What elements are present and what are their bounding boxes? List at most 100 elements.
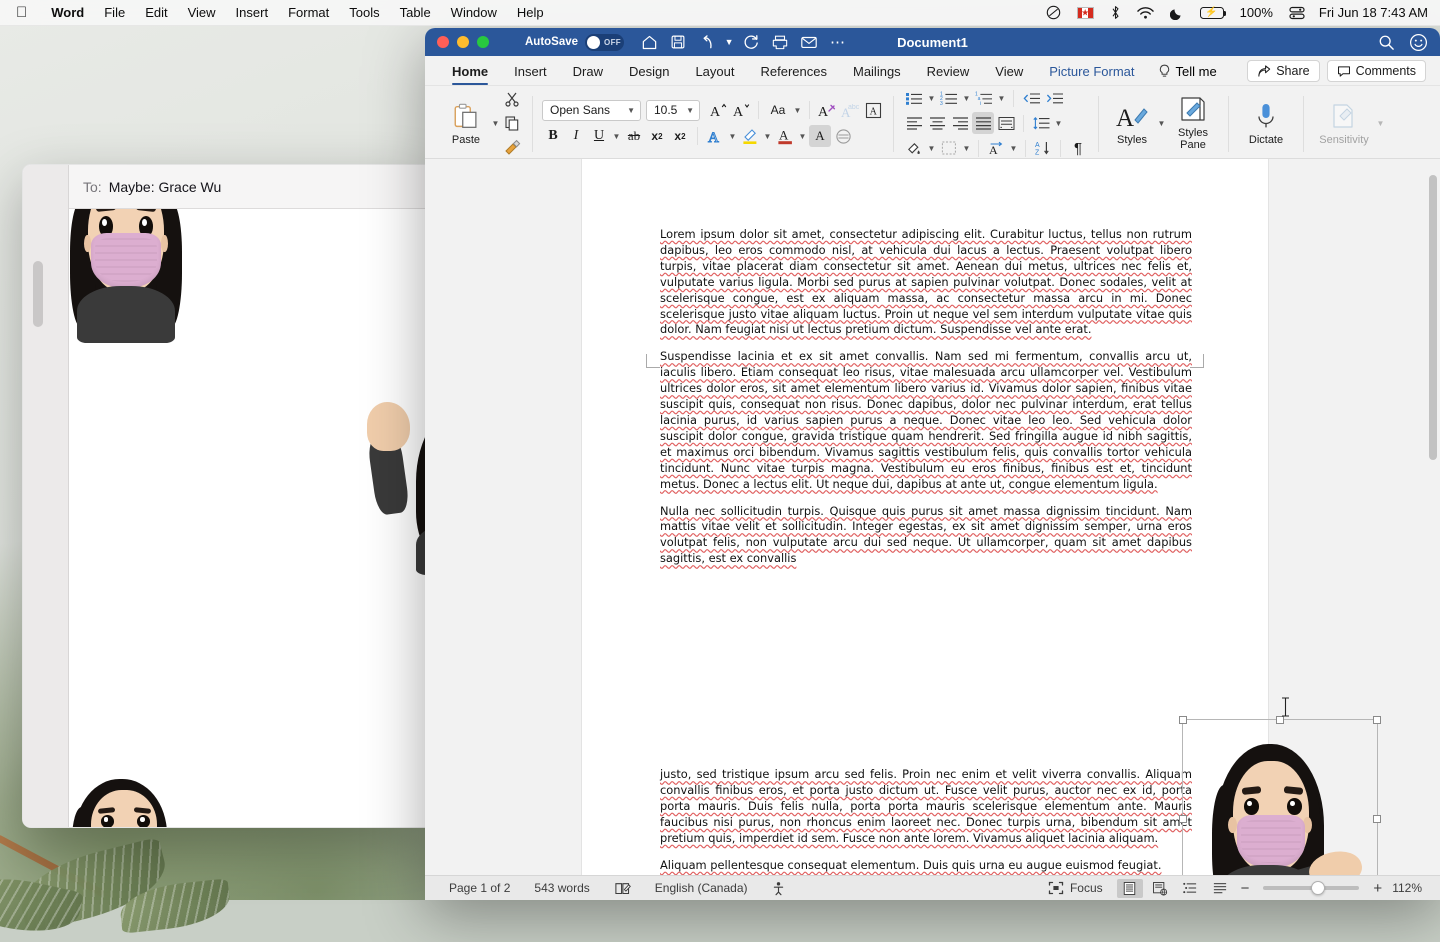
font-color-dropdown-icon[interactable]: ▼ — [797, 132, 808, 141]
maximize-button[interactable] — [477, 36, 489, 48]
memoji-mask-sticker-1[interactable] — [69, 209, 191, 343]
menu-item-help[interactable]: Help — [507, 5, 554, 20]
font-color-icon[interactable]: A — [774, 125, 796, 147]
numbering-dropdown-icon[interactable]: ▼ — [961, 94, 972, 103]
strikethrough-icon[interactable]: ab — [623, 125, 645, 147]
mail-icon[interactable] — [796, 31, 822, 53]
change-case-icon[interactable]: Aa — [765, 99, 791, 121]
change-case-dropdown-icon[interactable]: ▼ — [792, 106, 803, 115]
underline-icon[interactable]: U — [588, 125, 610, 147]
web-layout-view-button[interactable] — [1147, 879, 1173, 898]
messages-window[interactable]: To: Maybe: Grace Wu — [22, 164, 426, 828]
menu-bar-clock[interactable]: Fri Jun 18 7:43 AM — [1313, 5, 1428, 20]
document-page[interactable]: Lorem ipsum dolor sit amet, consectetur … — [582, 159, 1268, 875]
word-window[interactable]: AutoSave OFF ▼ — [425, 28, 1440, 900]
text-box-icon[interactable]: A — [862, 99, 884, 121]
text-effects-icon[interactable]: A — [704, 125, 726, 147]
justify-icon[interactable] — [972, 112, 994, 134]
tab-home[interactable]: Home — [439, 64, 501, 85]
resize-handle-middle-right[interactable] — [1373, 815, 1381, 823]
tab-design[interactable]: Design — [616, 64, 682, 85]
tab-view[interactable]: View — [982, 64, 1036, 85]
recipient-name[interactable]: Maybe: Grace Wu — [109, 179, 222, 195]
show-paragraph-marks-icon[interactable]: ¶ — [1067, 137, 1089, 159]
document-canvas[interactable]: Lorem ipsum dolor sit amet, consectetur … — [425, 159, 1440, 875]
align-right-icon[interactable] — [949, 112, 971, 134]
zoom-slider-knob[interactable] — [1311, 881, 1325, 895]
print-icon[interactable] — [767, 31, 793, 53]
document-scrollbar[interactable] — [1429, 167, 1437, 867]
outline-view-button[interactable] — [1177, 879, 1203, 898]
messages-recipient-header[interactable]: To: Maybe: Grace Wu — [69, 165, 426, 209]
zoom-level[interactable]: 112% — [1388, 881, 1428, 895]
multilevel-dropdown-icon[interactable]: ▼ — [996, 94, 1007, 103]
character-shading-icon[interactable]: A — [809, 125, 831, 147]
font-size-select[interactable]: 10.5 ▼ — [646, 100, 700, 121]
circle-slash-icon[interactable] — [1038, 5, 1069, 20]
memoji-palm-sticker[interactable] — [69, 774, 211, 828]
word-count[interactable]: 543 words — [522, 881, 601, 895]
menu-item-tools[interactable]: Tools — [339, 5, 389, 20]
bullets-icon[interactable] — [903, 87, 925, 109]
tab-insert[interactable]: Insert — [501, 64, 560, 85]
italic-icon[interactable]: I — [565, 125, 587, 147]
styles-button[interactable]: A Styles — [1108, 101, 1156, 146]
text-direction-dropdown-icon[interactable]: ▼ — [1008, 144, 1019, 153]
search-icon[interactable] — [1378, 34, 1395, 51]
minimize-button[interactable] — [457, 36, 469, 48]
borders-icon[interactable] — [938, 137, 960, 159]
tab-review[interactable]: Review — [914, 64, 983, 85]
accessibility-icon[interactable] — [759, 881, 798, 896]
tell-me-control[interactable]: Tell me — [1148, 64, 1227, 85]
text-effects-dropdown-icon[interactable]: ▼ — [727, 132, 738, 141]
paragraph-3[interactable]: Nulla nec sollicitudin turpis. Quisque q… — [660, 504, 1192, 847]
zoom-out-button[interactable]: − — [1235, 880, 1256, 897]
styles-pane-button[interactable]: Styles Pane — [1167, 95, 1219, 151]
grow-font-icon[interactable]: A — [707, 99, 729, 121]
messages-scrollbar-thumb[interactable] — [33, 261, 43, 327]
multilevel-list-icon[interactable]: 1ai — [973, 87, 995, 109]
underline-dropdown-icon[interactable]: ▼ — [611, 132, 622, 141]
focus-button[interactable]: Focus — [1036, 881, 1115, 895]
menu-item-file[interactable]: File — [94, 5, 135, 20]
clear-formatting-icon[interactable]: A — [816, 99, 838, 121]
apple-icon[interactable]:  — [0, 5, 41, 20]
bold-icon[interactable]: B — [542, 125, 564, 147]
tab-picture-format[interactable]: Picture Format — [1036, 64, 1147, 85]
paragraph-4[interactable]: Aliquam pellentesque consequat elementum… — [660, 858, 1192, 874]
subscript-icon[interactable]: x2 — [646, 125, 668, 147]
text-direction-icon[interactable]: A — [985, 137, 1007, 159]
increase-indent-icon[interactable] — [1043, 87, 1065, 109]
shading-icon[interactable] — [903, 137, 925, 159]
menu-item-table[interactable]: Table — [390, 5, 441, 20]
shrink-font-icon[interactable]: A — [730, 99, 752, 121]
memoji-wave-sticker[interactable] — [384, 395, 426, 575]
align-center-icon[interactable] — [926, 112, 948, 134]
more-icon[interactable]: ⋯ — [825, 31, 851, 53]
decrease-indent-icon[interactable] — [1020, 87, 1042, 109]
highlight-icon[interactable] — [739, 125, 761, 147]
menu-item-format[interactable]: Format — [278, 5, 339, 20]
draft-view-button[interactable] — [1207, 879, 1233, 898]
tab-references[interactable]: References — [748, 64, 840, 85]
align-left-icon[interactable] — [903, 112, 925, 134]
resize-handle-top-left[interactable] — [1179, 716, 1187, 724]
image-selection-box[interactable] — [1182, 719, 1378, 875]
print-layout-view-button[interactable] — [1117, 879, 1143, 898]
redo-icon[interactable] — [738, 31, 764, 53]
paragraph-1[interactable]: Lorem ipsum dolor sit amet, consectetur … — [660, 227, 1192, 338]
undo-dropdown-icon[interactable]: ▼ — [723, 31, 735, 53]
paragraph-2[interactable]: Suspendisse lacinia et ex sit amet conva… — [660, 349, 1192, 492]
resize-handle-top-right[interactable] — [1373, 716, 1381, 724]
control-center-icon[interactable] — [1281, 6, 1313, 20]
paste-dropdown-icon[interactable]: ▼ — [490, 119, 501, 128]
numbering-icon[interactable]: 123 — [938, 87, 960, 109]
moon-icon[interactable] — [1162, 6, 1192, 20]
distribute-icon[interactable] — [995, 112, 1017, 134]
resize-handle-top-center[interactable] — [1276, 716, 1284, 724]
borders-dropdown-icon[interactable]: ▼ — [961, 144, 972, 153]
dictate-button[interactable]: Dictate — [1238, 101, 1294, 146]
line-spacing-icon[interactable] — [1030, 112, 1052, 134]
resize-handle-middle-left[interactable] — [1179, 815, 1187, 823]
undo-icon[interactable] — [694, 31, 720, 53]
